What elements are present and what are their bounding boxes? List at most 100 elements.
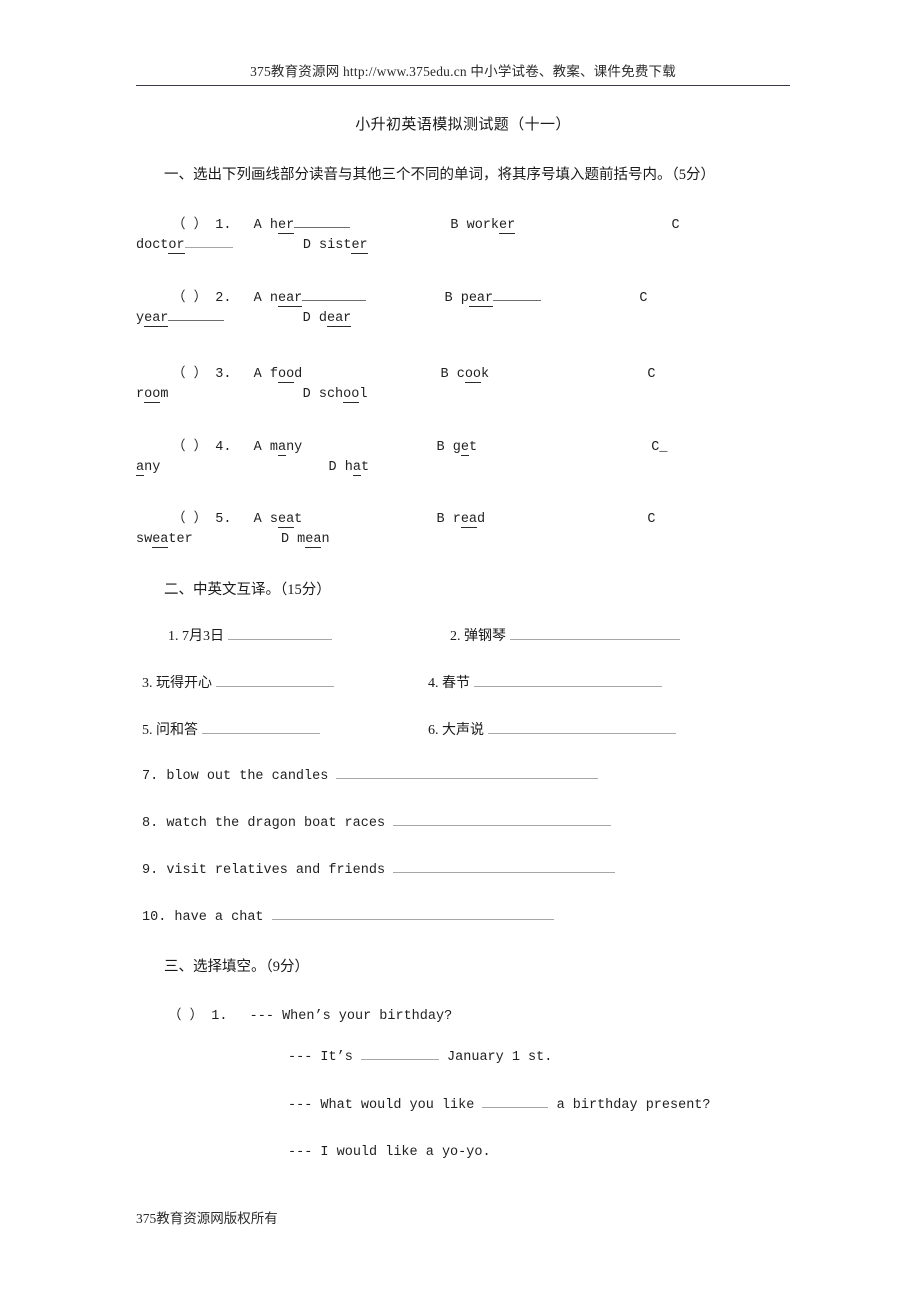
question-1-bracket[interactable]: （ ） [172, 218, 207, 233]
question-2-option-c-underlined: ear [144, 311, 169, 327]
question-4-option-d-post: t [360, 460, 370, 475]
translate-item-10-blank[interactable] [271, 919, 554, 920]
question-4-option-c-underlined: a [136, 460, 145, 476]
translate-item-3: 3. 玩得开心 [142, 672, 334, 692]
question-5-option-c-pre: sw [136, 532, 153, 547]
dialogue-line-2-dash: --- [288, 1098, 313, 1113]
question-2-option-c-pre: y [136, 311, 145, 326]
question-2-option-b-pre: p [460, 291, 469, 306]
translate-item-7-number: 7. [142, 769, 159, 784]
translate-item-7-blank[interactable] [336, 778, 599, 779]
question-1-option-a-blank[interactable] [294, 227, 351, 228]
translate-item-5-number: 5. [142, 723, 153, 738]
translate-item-2-blank[interactable] [509, 639, 680, 640]
question-3-option-a-post: d [294, 367, 303, 382]
translate-item-8-text: watch the dragon boat races [166, 816, 386, 831]
question-4-bracket[interactable]: （ ） [172, 440, 207, 455]
question-1-option-c-label: C [671, 218, 680, 233]
question-2-option-a-blank[interactable] [302, 300, 367, 301]
section-one-heading: 一、选出下列画线部分读音与其他三个不同的单词，将其序号填入题前括号内。（5分） [136, 163, 796, 184]
translate-item-6-text: 大声说 [442, 723, 484, 738]
choice-question-1-number: 1. [211, 1009, 228, 1024]
question-2-option-b-underlined: ear [468, 291, 494, 307]
header-watermark-text: 375教育资源网 http://www.375edu.cn 中小学试卷、教案、课… [250, 64, 676, 79]
dialogue-line-2-blank[interactable] [482, 1107, 549, 1108]
question-1-line-2: doctor D sister [136, 238, 808, 254]
question-2-bracket[interactable]: （ ） [172, 291, 207, 306]
translate-item-9-text: visit relatives and friends [166, 863, 386, 878]
question-4-option-d-pre: h [344, 460, 353, 475]
question-2-option-c-blank[interactable] [168, 320, 225, 321]
question-1-option-b-label: B [450, 218, 459, 233]
question-2-option-d-underlined: ear [326, 311, 352, 327]
question-4-number: 4. [215, 440, 232, 455]
question-3-option-c-post: m [160, 387, 169, 402]
translate-item-9-blank[interactable] [393, 872, 616, 873]
section-two-heading-text: 二、中英文互译。（15分） [164, 582, 331, 598]
question-4-line-2: any D hat [136, 460, 808, 476]
translate-item-1-number: 1. [168, 629, 179, 644]
dialogue-line-1-blank[interactable] [360, 1059, 439, 1060]
question-5-line-1: （ ） 5. A seat B read C [136, 506, 808, 528]
translate-item-3-blank[interactable] [215, 686, 334, 687]
question-5-option-a-pre: s [269, 512, 278, 527]
question-3-option-b-pre: c [456, 367, 465, 382]
translate-item-6-blank[interactable] [487, 733, 676, 734]
question-2-option-d-label: D [302, 311, 311, 326]
question-2-option-a-label: A [253, 291, 262, 306]
question-5-option-b-label: B [436, 512, 445, 527]
translate-item-8: 8. watch the dragon boat races [142, 816, 612, 831]
translate-item-8-blank[interactable] [393, 825, 612, 826]
choice-question-1-dash: --- [249, 1009, 274, 1024]
question-5-bracket[interactable]: （ ） [172, 512, 207, 527]
translate-item-8-number: 8. [142, 816, 159, 831]
question-3-option-d-label: D [302, 387, 311, 402]
translate-item-4-text: 春节 [442, 676, 470, 691]
question-5-option-a-underlined: ea [277, 512, 295, 528]
question-2-option-c-label: C [639, 291, 648, 306]
translate-item-3-number: 3. [142, 676, 153, 691]
translate-item-5-blank[interactable] [201, 733, 320, 734]
question-5-number: 5. [215, 512, 232, 527]
question-3-option-d-underlined: oo [343, 387, 360, 403]
question-4-option-a-underlined: a [277, 440, 287, 456]
question-4-option-b-pre: g [452, 440, 461, 455]
translate-item-4-number: 4. [428, 676, 439, 691]
question-3-option-a-underlined: oo [277, 367, 295, 383]
question-1-option-b-underlined: er [499, 218, 516, 234]
question-3-option-a-label: A [253, 367, 262, 382]
question-3-option-c-label: C [647, 367, 656, 382]
question-5-option-d-label: D [280, 532, 290, 547]
page-footer: 375教育资源网版权所有 [136, 1211, 278, 1226]
question-5-option-b-underlined: ea [460, 512, 478, 528]
question-1-option-c-pre: doct [136, 238, 169, 253]
question-5-option-d-underlined: ea [305, 532, 322, 548]
question-3-option-b-underlined: oo [464, 367, 482, 383]
question-4-option-c-label: C_ [651, 440, 668, 455]
choice-question-1: （ ） 1. --- When’s your birthday? [168, 1003, 452, 1024]
translate-item-6: 6. 大声说 [428, 719, 676, 739]
translate-item-1: 1. 7月3日 [168, 625, 332, 645]
translate-item-1-blank[interactable] [227, 639, 332, 640]
question-1-option-a-label: A [253, 218, 262, 233]
question-2-option-b-blank[interactable] [493, 300, 542, 301]
question-3-bracket[interactable]: （ ） [172, 367, 207, 382]
translate-item-2-text: 弹钢琴 [464, 629, 506, 644]
question-1-option-c-underlined: or [168, 238, 185, 254]
translate-item-7-text: blow out the candles [166, 769, 329, 784]
question-1-option-d-label: D [302, 238, 311, 253]
question-1-option-c-blank[interactable] [184, 247, 233, 248]
section-three-heading: 三、选择填空。（9分） [136, 955, 796, 976]
section-one-heading-text: 一、选出下列画线部分读音与其他三个不同的单词，将其序号填入题前括号内。（5分） [164, 167, 715, 183]
choice-question-1-bracket[interactable]: （ ） [168, 1009, 203, 1024]
question-2-option-d-pre: d [318, 311, 327, 326]
question-2-option-b-label: B [444, 291, 453, 306]
header-divider [136, 85, 790, 86]
translate-item-10-text: have a chat [174, 910, 264, 925]
dialogue-line-2-pre: What would you like [320, 1098, 475, 1113]
translate-item-10: 10. have a chat [142, 910, 554, 925]
question-3-line-1: （ ） 3. A food B cook C [136, 361, 808, 383]
translate-item-2-number: 2. [450, 629, 461, 644]
translate-item-4-blank[interactable] [473, 686, 662, 687]
question-3-line-2: room D school [136, 387, 808, 403]
